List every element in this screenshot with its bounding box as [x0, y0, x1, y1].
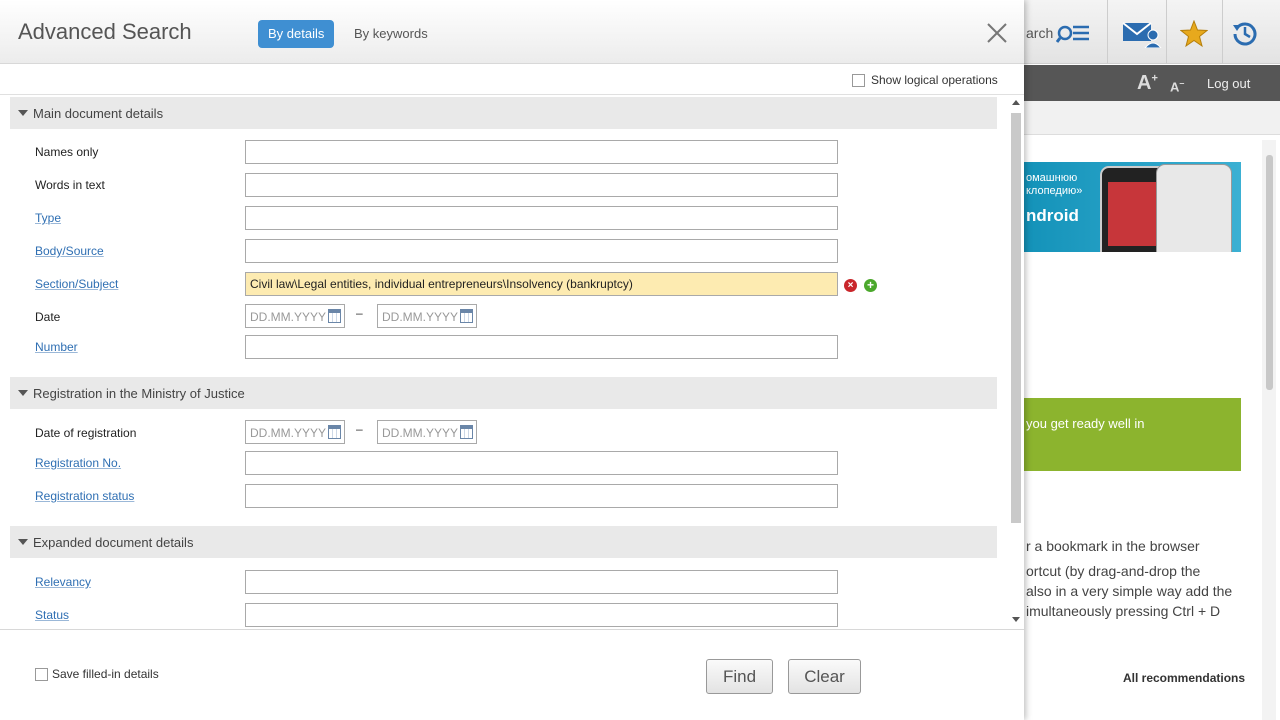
section-subject-link[interactable]: Section/Subject — [35, 277, 118, 291]
registration-status-link[interactable]: Registration status — [35, 489, 134, 503]
collapse-arrow-icon[interactable] — [18, 539, 28, 545]
date-of-registration-label: Date of registration — [35, 426, 137, 440]
relevancy-input[interactable] — [245, 570, 838, 594]
section-title: Main document details — [33, 106, 164, 121]
find-button[interactable]: Find — [706, 659, 773, 694]
date-to-placeholder: DD.MM.YYYY — [382, 310, 459, 324]
status-input[interactable] — [245, 603, 838, 627]
number-link[interactable]: Number — [35, 340, 78, 354]
calendar-icon[interactable] — [460, 425, 473, 439]
toolbar-separator — [1107, 0, 1108, 64]
tab-by-keywords[interactable]: By keywords — [354, 20, 428, 48]
names-only-input[interactable] — [245, 140, 838, 164]
registration-no-link[interactable]: Registration No. — [35, 456, 121, 470]
green-banner-text: you get ready well in — [1026, 416, 1145, 431]
registration-date-to-input[interactable]: DD.MM.YYYY — [377, 420, 477, 444]
calendar-icon[interactable] — [328, 425, 341, 439]
font-increase-label: A — [1137, 72, 1152, 94]
words-in-text-input[interactable] — [245, 173, 838, 197]
date-to-input[interactable]: DD.MM.YYYY — [377, 304, 477, 328]
body-source-link[interactable]: Body/Source — [35, 244, 104, 258]
star-icon[interactable] — [1180, 20, 1208, 48]
save-filled-details-label[interactable]: Save filled-in details — [52, 667, 159, 681]
add-icon[interactable]: + — [864, 279, 877, 292]
show-logical-operations-label[interactable]: Show logical operations — [871, 73, 998, 87]
recommendation-text: also in a very simple way add the — [1026, 583, 1233, 599]
recommendation-text: r a bookmark in the browser — [1026, 538, 1200, 554]
dialog-title: Advanced Search — [18, 19, 192, 44]
number-input[interactable] — [245, 335, 838, 359]
save-filled-details-checkbox[interactable] — [35, 668, 48, 681]
font-decrease-label: A — [1170, 79, 1180, 95]
section-title: Registration in the Ministry of Justice — [33, 386, 245, 401]
clear-button[interactable]: Clear — [788, 659, 861, 694]
registration-date-from-placeholder: DD.MM.YYYY — [250, 426, 327, 440]
date-range-separator: – — [356, 306, 363, 320]
font-decrease-button[interactable]: A– — [1170, 78, 1184, 94]
remove-icon[interactable]: × — [844, 279, 857, 292]
body-source-input[interactable] — [245, 239, 838, 263]
registration-status-input[interactable] — [245, 484, 838, 508]
promo-text-line1: омашнюю — [1026, 172, 1078, 184]
tab-by-details[interactable]: By details — [258, 20, 335, 48]
registration-date-to-placeholder: DD.MM.YYYY — [382, 426, 459, 440]
type-input[interactable] — [245, 206, 838, 230]
advanced-search-dialog: Advanced Search By details By keywords S… — [0, 0, 1024, 720]
date-range-separator: – — [356, 422, 363, 436]
search-form: Main document details Names only Words i… — [0, 96, 1024, 629]
phone-image — [1156, 164, 1232, 252]
font-increase-button[interactable]: A+ — [1137, 72, 1158, 95]
toolbar-separator — [1222, 0, 1223, 64]
status-link[interactable]: Status — [35, 608, 69, 622]
calendar-icon[interactable] — [328, 309, 341, 323]
dialog-footer: Save filled-in details Find Clear — [0, 629, 1024, 720]
all-recommendations-link[interactable]: All recommendations — [1123, 671, 1245, 685]
green-recommendation-banner[interactable]: you get ready well in — [1000, 398, 1241, 471]
collapse-arrow-icon[interactable] — [18, 110, 28, 116]
date-from-placeholder: DD.MM.YYYY — [250, 310, 327, 324]
show-logical-operations-checkbox[interactable] — [852, 74, 865, 87]
registration-date-from-input[interactable]: DD.MM.YYYY — [245, 420, 345, 444]
words-in-text-label: Words in text — [35, 178, 105, 192]
relevancy-link[interactable]: Relevancy — [35, 575, 91, 589]
calendar-icon[interactable] — [460, 309, 473, 323]
background-search-label[interactable]: arch — [1026, 25, 1053, 41]
section-expanded-document-details[interactable]: Expanded document details — [10, 526, 997, 558]
scroll-up-arrow-icon[interactable] — [1012, 100, 1020, 105]
promo-text-line2: клопедию» — [1026, 185, 1083, 197]
section-subject-input[interactable]: Civil law\Legal entities, individual ent… — [245, 272, 838, 296]
date-from-input[interactable]: DD.MM.YYYY — [245, 304, 345, 328]
close-icon[interactable] — [986, 22, 1008, 44]
section-title: Expanded document details — [33, 535, 194, 550]
toolbar-separator — [1166, 0, 1167, 64]
registration-no-input[interactable] — [245, 451, 838, 475]
scroll-down-arrow-icon[interactable] — [1012, 617, 1020, 622]
search-icon[interactable] — [1056, 22, 1090, 44]
date-label: Date — [35, 310, 61, 324]
history-icon[interactable] — [1232, 20, 1258, 46]
logout-link[interactable]: Log out — [1207, 76, 1250, 91]
dialog-header: Advanced Search By details By keywords — [0, 0, 1024, 64]
logical-operations-row: Show logical operations — [0, 65, 1024, 95]
recommendation-text: imultaneously pressing Ctrl + D — [1026, 603, 1221, 619]
form-scrollbar-thumb[interactable] — [1011, 113, 1021, 523]
names-only-label: Names only — [35, 145, 99, 159]
section-registration-ministry-justice[interactable]: Registration in the Ministry of Justice — [10, 377, 997, 409]
android-promo-banner[interactable]: омашнюю клопедию» ndroid — [1000, 162, 1241, 252]
section-main-document-details[interactable]: Main document details — [10, 97, 997, 129]
type-link[interactable]: Type — [35, 211, 61, 225]
collapse-arrow-icon[interactable] — [18, 390, 28, 396]
promo-text-line3: ndroid — [1026, 206, 1079, 225]
recommendation-text: ortcut (by drag-and-drop the — [1026, 563, 1201, 579]
mail-user-icon[interactable] — [1122, 20, 1162, 48]
page-scrollbar-thumb[interactable] — [1266, 155, 1273, 390]
